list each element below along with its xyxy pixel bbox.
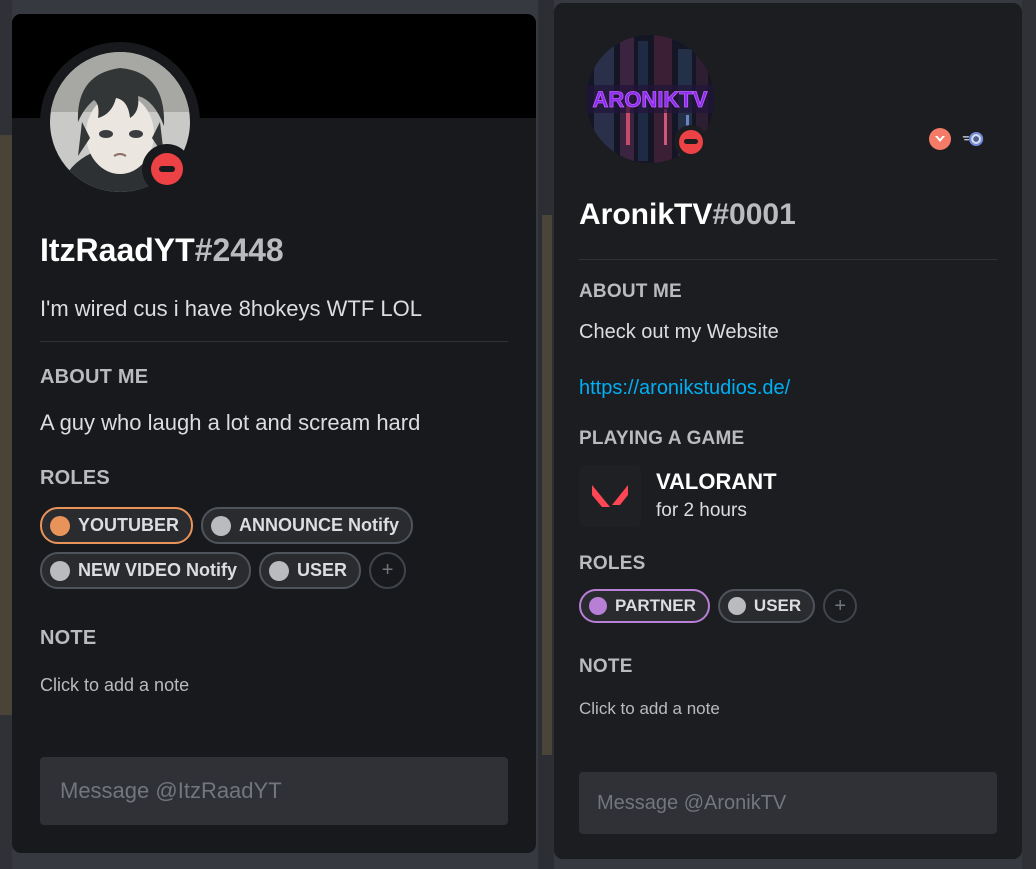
roles-list: PARTNER USER + (579, 589, 959, 623)
role-color-dot[interactable] (211, 515, 232, 536)
status-bar (684, 139, 698, 144)
note-input[interactable]: Click to add a note (579, 699, 720, 719)
role-color-dot[interactable] (50, 560, 70, 581)
background-divider (538, 0, 554, 869)
early-supporter-icon[interactable] (962, 127, 986, 151)
background-accent (0, 135, 12, 715)
role-color-dot[interactable] (589, 597, 607, 615)
about-me-text: A guy who laugh a lot and scream hard (40, 410, 421, 435)
message-input[interactable]: Message @AronikTV (579, 772, 997, 834)
role-pill-youtuber[interactable]: YOUTUBER (40, 507, 194, 544)
role-pill-new-video-notify[interactable]: NEW VIDEO Notify (40, 552, 252, 589)
role-color-dot[interactable] (50, 515, 70, 536)
discriminator: #2448 (194, 232, 284, 268)
avatar-logo-text: ARONIKTV (593, 87, 708, 112)
valorant-icon (579, 465, 641, 527)
username-text: ItzRaadYT (40, 232, 195, 268)
role-name: NEW VIDEO Notify (78, 560, 238, 580)
background-accent (542, 215, 552, 755)
note-heading: NOTE (579, 656, 633, 677)
note-heading: NOTE (40, 627, 97, 649)
message-input[interactable]: Message @ItzRaadYT (40, 757, 508, 825)
role-pill-user[interactable]: USER (717, 589, 816, 623)
role-name: ANNOUNCE Notify (239, 515, 400, 535)
note-input[interactable]: Click to add a note (40, 675, 189, 696)
profile-username: AronikTV#0001 (579, 198, 796, 232)
hypesquad-icon[interactable] (928, 127, 952, 151)
role-pill-user[interactable]: USER (259, 552, 362, 589)
about-me-heading: ABOUT ME (40, 366, 149, 388)
playing-a-game-heading: PLAYING A GAME (579, 428, 745, 449)
profile-username: ItzRaadYT#2448 (40, 232, 284, 269)
about-me-link[interactable]: https://aronikstudios.de/ (579, 377, 790, 400)
roles-heading: ROLES (40, 467, 110, 489)
section-divider (40, 341, 508, 342)
add-role-button[interactable]: + (369, 552, 407, 589)
user-profile-popout-aroniktv: ARONIKTV AronikTV#0001 ABOUT ME Check ou… (554, 3, 1022, 859)
role-name: PARTNER (615, 596, 696, 615)
role-name: USER (753, 596, 802, 615)
custom-status: I'm wired cus i have 8hokeys WTF LOL (40, 296, 422, 321)
role-pill-announce-notify[interactable]: ANNOUNCE Notify (201, 507, 414, 544)
status-dnd-icon (674, 125, 708, 159)
game-name: VALORANT (656, 469, 777, 494)
game-duration: for 2 hours (656, 500, 747, 521)
background-panel-right (1022, 0, 1036, 869)
role-color-dot[interactable] (727, 597, 746, 615)
roles-heading: ROLES (579, 553, 646, 574)
role-pill-partner[interactable]: PARTNER (579, 589, 710, 623)
role-color-dot[interactable] (269, 560, 290, 581)
background-panel-left (0, 0, 12, 869)
add-role-button[interactable]: + (823, 589, 858, 623)
section-divider (579, 259, 997, 260)
status-dnd-icon (142, 144, 192, 194)
about-me-heading: ABOUT ME (579, 281, 682, 302)
discriminator: #0001 (712, 198, 796, 231)
username-text: AronikTV (579, 198, 713, 231)
status-bar (159, 166, 175, 172)
role-name: USER (297, 560, 348, 580)
user-profile-popout-itzraadyt: ItzRaadYT#2448 I'm wired cus i have 8hok… (12, 14, 536, 853)
profile-badges (928, 127, 986, 151)
about-me-text: Check out my Website (579, 321, 779, 343)
roles-list: YOUTUBER ANNOUNCE Notify NEW VIDEO Notif… (40, 507, 440, 589)
role-name: YOUTUBER (78, 515, 180, 535)
